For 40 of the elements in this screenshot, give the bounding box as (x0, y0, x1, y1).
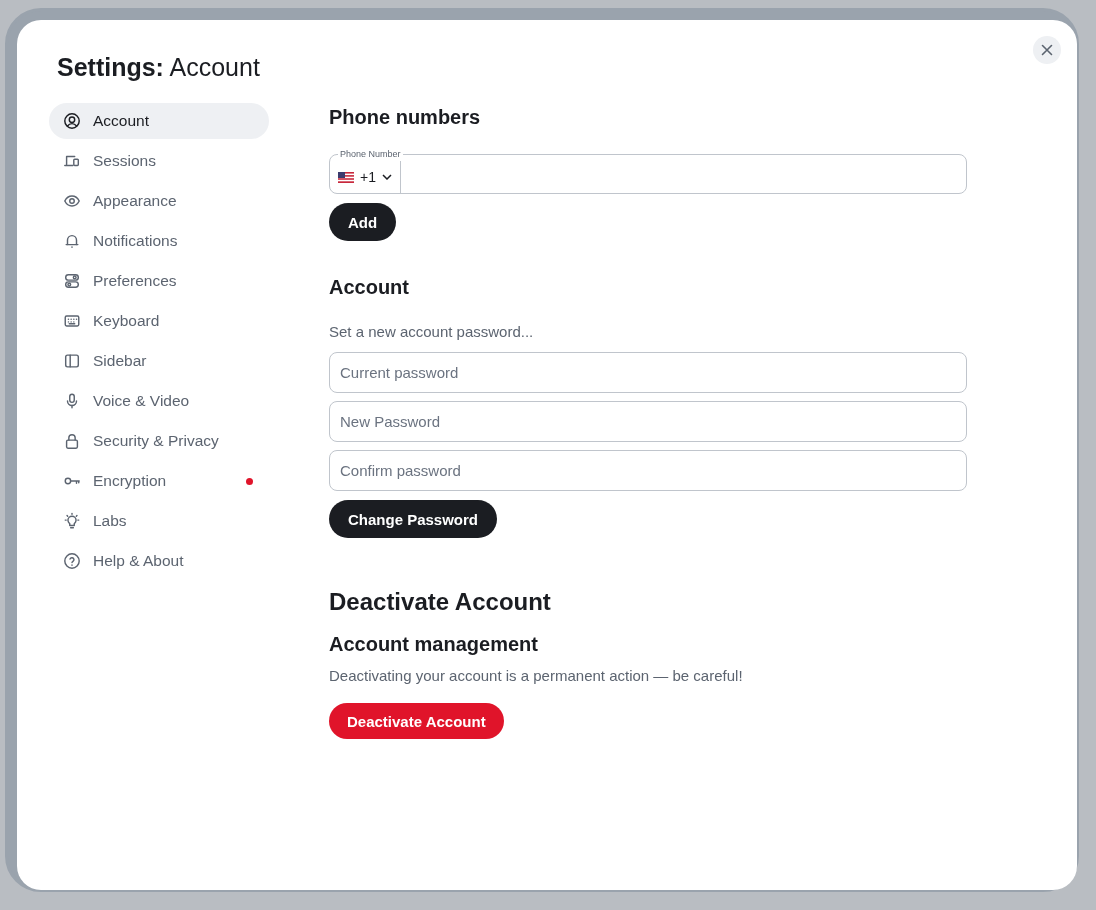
chevron-down-icon (381, 174, 392, 180)
change-password-button[interactable]: Change Password (329, 500, 498, 538)
sidebar-item[interactable]: Notifications (49, 223, 269, 259)
section-heading: Deactivate Account (329, 588, 552, 616)
field-label: Phone Number (338, 149, 403, 159)
flag-icon (338, 171, 354, 183)
section-heading: Account (329, 275, 410, 299)
help-icon (63, 552, 81, 570)
sidebar-item[interactable]: Account (49, 103, 269, 139)
deactivate-account-button[interactable]: Deactivate Account (329, 703, 504, 739)
eye-icon (63, 192, 81, 210)
bell-icon (63, 232, 81, 250)
lightbulb-icon (63, 512, 81, 530)
sidebar-item[interactable]: Help & About (49, 543, 269, 579)
lock-icon (63, 432, 81, 450)
sidebar-item[interactable]: Encryption (49, 463, 269, 499)
sidebar-item[interactable]: Sessions (49, 143, 269, 179)
password-field[interactable]: New Password (329, 401, 967, 442)
sidebar-item[interactable]: Sidebar (49, 343, 269, 379)
sidebar-icon (63, 352, 81, 370)
toggles-icon (63, 272, 81, 290)
password-field[interactable]: Current password (329, 352, 967, 393)
section-description: Deactivating your account is a permanent action — be careful! (329, 667, 744, 684)
country-code-dropdown[interactable]: +1 (330, 161, 401, 193)
sidebar-item[interactable]: Keyboard (49, 303, 269, 339)
sidebar-item[interactable]: Labs (49, 503, 269, 539)
sidebar-item[interactable]: Preferences (49, 263, 269, 299)
section-description: Set a new account password... (329, 323, 535, 341)
sidebar-item[interactable]: Voice & Video (49, 383, 269, 419)
password-field[interactable]: Confirm password (329, 450, 967, 491)
sidebar-item[interactable]: Appearance (49, 183, 269, 219)
close-icon (1041, 44, 1053, 56)
keyboard-icon (63, 312, 81, 330)
sidebar-item[interactable]: Security & Privacy (49, 423, 269, 459)
user-circle-icon (63, 112, 81, 130)
dialog-title: Settings: Account (57, 52, 261, 82)
section-heading: Phone numbers (329, 105, 482, 129)
subsection-heading: Account management (329, 632, 539, 656)
close-button[interactable] (1033, 36, 1061, 64)
add-button[interactable]: Add (329, 203, 397, 241)
